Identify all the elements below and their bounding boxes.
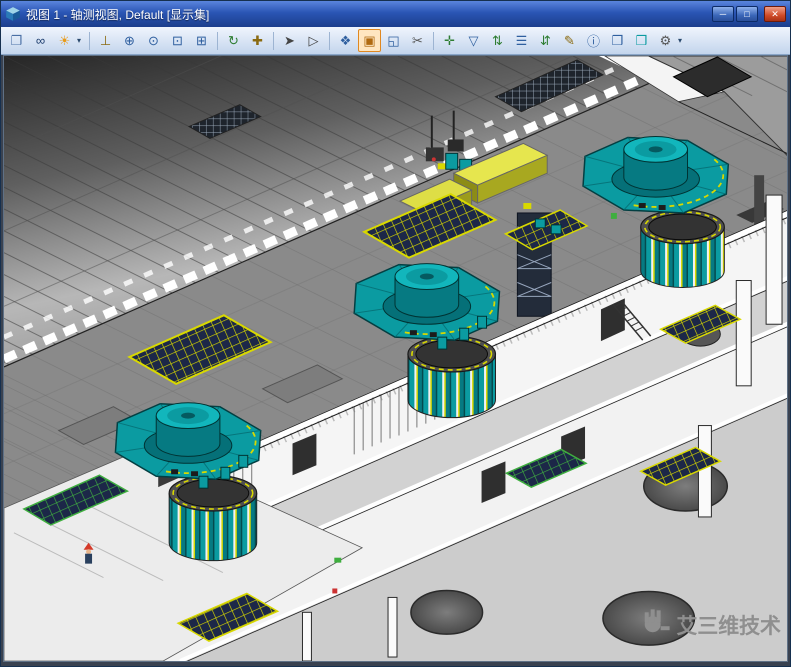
3d-viewport[interactable]: 艾三维技术 (3, 55, 788, 662)
toolbar-separator (217, 32, 218, 50)
app-icon (5, 6, 21, 22)
fit-view-icon[interactable]: ⊞ (190, 29, 213, 52)
minimize-button[interactable]: ─ (712, 6, 734, 22)
rotate-view-icon[interactable]: ↻ (222, 29, 245, 52)
render-style-sun-icon[interactable]: ☀ (53, 29, 76, 52)
maximize-button[interactable]: □ (736, 6, 758, 22)
list-view-icon[interactable]: ☰ (510, 29, 533, 52)
settings-gear-icon[interactable]: ⚙ (654, 29, 677, 52)
application-window: 视图 1 - 轴测视图, Default [显示集] ─ □ ✕ ❐ ∞ ☀ ▾… (0, 0, 791, 667)
view-toolbar: ❐ ∞ ☀ ▾ ⊥ ⊕ ⊙ ⊡ ⊞ ↻ ✚ ➤ ▷ ❖ ▣ ◱ ✂ ✛ ▽ ⇅ … (1, 27, 790, 55)
select-arrow-icon[interactable]: ➤ (278, 29, 301, 52)
toolbar-separator (273, 32, 274, 50)
zoom-in-icon[interactable]: ⊕ (118, 29, 141, 52)
toolbar-separator (89, 32, 90, 50)
pan-view-icon[interactable]: ✚ (246, 29, 269, 52)
fence-select-icon[interactable]: ❖ (334, 29, 357, 52)
section-cut-icon[interactable]: ✂ (406, 29, 429, 52)
orient-csys-icon[interactable]: ✛ (438, 29, 461, 52)
plumb-align-icon[interactable]: ⊥ (94, 29, 117, 52)
box-3d-teal-icon[interactable]: ❒ (630, 29, 653, 52)
find-binoculars-icon[interactable]: ∞ (29, 29, 52, 52)
watermark-text: 艾三维技术 (677, 614, 782, 638)
barbette-cylinder[interactable] (169, 475, 257, 560)
window-title: 视图 1 - 轴测视图, Default [显示集] (26, 6, 710, 23)
barbette-cylinder[interactable] (408, 336, 496, 417)
sort-descending-icon[interactable]: ⇵ (534, 29, 557, 52)
sort-ascending-icon[interactable]: ⇅ (486, 29, 509, 52)
select-arrow-alt-icon[interactable]: ▷ (302, 29, 325, 52)
zoom-dynamic-icon[interactable]: ⊙ (142, 29, 165, 52)
zoom-window-icon[interactable]: ⊡ (166, 29, 189, 52)
filter-icon[interactable]: ▽ (462, 29, 485, 52)
object-info-icon[interactable]: ⓘ (582, 29, 605, 52)
toolbar-separator (433, 32, 434, 50)
dropdown-caret-icon[interactable]: ▾ (77, 36, 85, 45)
highlight-component-icon[interactable]: ▣ (358, 29, 381, 52)
barbette-cylinder[interactable] (641, 210, 725, 287)
3d-viewport-canvas[interactable]: 艾三维技术 (4, 56, 787, 661)
dropdown-caret-icon[interactable]: ▾ (678, 36, 686, 45)
box-3d-icon[interactable]: ❒ (606, 29, 629, 52)
titlebar[interactable]: 视图 1 - 轴测视图, Default [显示集] ─ □ ✕ (1, 1, 790, 27)
clip-region-icon[interactable]: ◱ (382, 29, 405, 52)
view-layout-icon[interactable]: ❐ (5, 29, 28, 52)
close-button[interactable]: ✕ (764, 6, 786, 22)
annotate-icon[interactable]: ✎ (558, 29, 581, 52)
deck-opening[interactable] (411, 590, 483, 634)
toolbar-separator (329, 32, 330, 50)
